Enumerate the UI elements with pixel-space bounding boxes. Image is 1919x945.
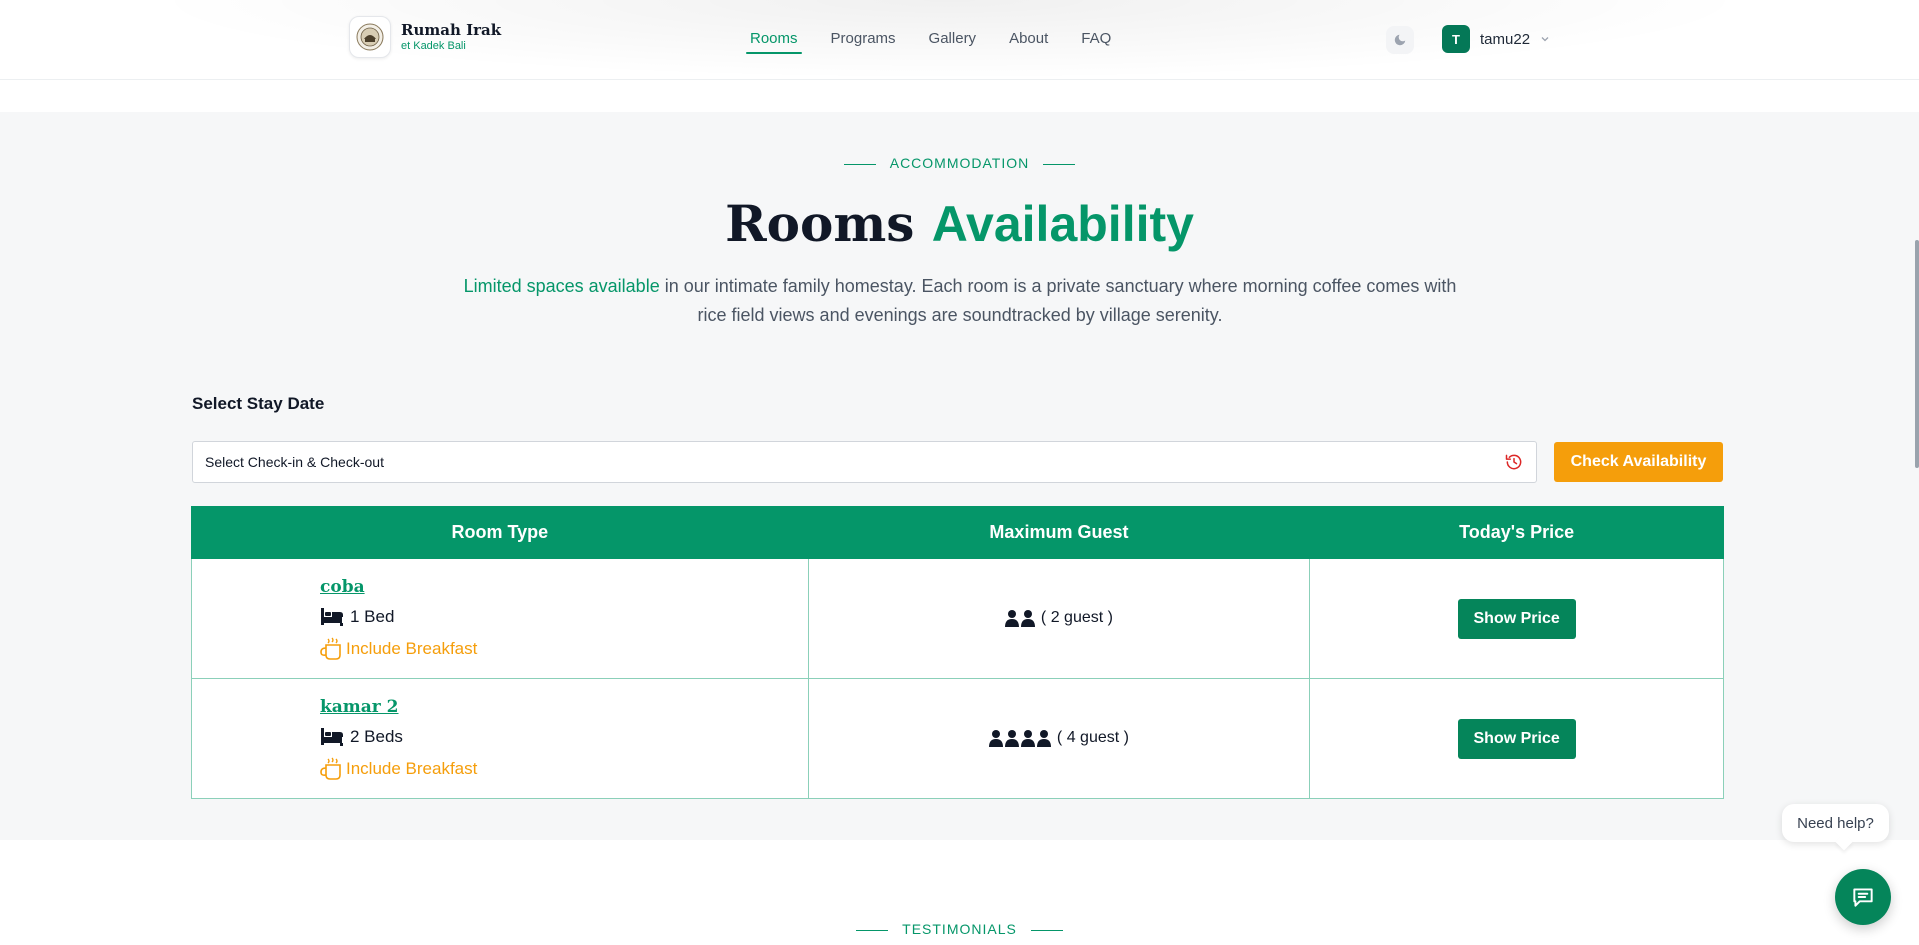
user-menu-button[interactable]: T tamu22 (1434, 20, 1560, 58)
nav-rooms[interactable]: Rooms (746, 24, 802, 54)
person-icon (1020, 610, 1035, 628)
eyebrow-line-left (856, 929, 889, 931)
seal-icon (356, 23, 384, 51)
header-todays-price: Today's Price (1309, 506, 1724, 559)
breakfast-info: Include Breakfast (320, 637, 808, 661)
max-guest-cell: ( 4 guest ) (807, 678, 1311, 799)
main-nav: Rooms Programs Gallery About FAQ (746, 24, 1140, 54)
rooms-table: Room Type Maximum Guest Today's Price co… (191, 506, 1724, 799)
chat-button[interactable] (1835, 869, 1891, 925)
header-room-type: Room Type (191, 506, 809, 559)
guest-count-text: ( 4 guest ) (1056, 729, 1129, 747)
eyebrow-line-left (843, 163, 876, 165)
eyebrow-line-right (1030, 929, 1063, 931)
bed-icon (321, 607, 343, 626)
brand-logo-link[interactable]: Rumah Irak et Kadek Bali (349, 16, 501, 58)
price-cell: Show Price (1309, 558, 1724, 679)
chevron-down-icon (1541, 37, 1549, 42)
coffee-icon (320, 757, 341, 780)
username: tamu22 (1480, 30, 1531, 48)
show-price-button[interactable]: Show Price (1457, 598, 1576, 639)
moon-icon (1394, 34, 1406, 46)
person-icon (1020, 730, 1035, 748)
guest-icons (1004, 609, 1035, 628)
bed-count: 1 Bed (350, 606, 395, 626)
intro-highlight: Limited spaces available (463, 276, 660, 296)
table-header-row: Room Type Maximum Guest Today's Price (191, 506, 1724, 559)
coffee-icon (320, 637, 341, 660)
nav-about[interactable]: About (1005, 24, 1052, 54)
table-row: coba 1 Bed Include Breakfast (2 guest)… (191, 558, 1724, 679)
room-type-cell: coba 1 Bed Include Breakfast (191, 558, 809, 679)
person-icon (988, 730, 1003, 748)
title-part-1: Rooms (725, 194, 915, 253)
scrollbar[interactable] (1913, 0, 1919, 945)
testimonials-eyebrow: TESTIMONIALS (0, 921, 1919, 937)
stay-date-label: Select Stay Date (192, 394, 325, 413)
person-icon (1036, 730, 1051, 748)
room-type-cell: kamar 2 2 Beds Include Breakfast (191, 678, 809, 799)
table-row: kamar 2 2 Beds Include Breakfast (4 gue… (191, 678, 1724, 799)
guest-icons (988, 729, 1051, 748)
nav-faq[interactable]: FAQ (1077, 24, 1115, 54)
brand-title: Rumah Irak (401, 21, 502, 39)
guest-count-text: ( 2 guest ) (1040, 609, 1113, 627)
eyebrow-text: ACCOMMODATION (889, 155, 1030, 171)
testimonials-text: TESTIMONIALS (902, 921, 1017, 937)
bed-info: 1 Bed (320, 607, 808, 627)
person-icon (1004, 610, 1019, 628)
date-range-placeholder: Select Check-in & Check-out (205, 454, 384, 470)
check-availability-button[interactable]: Check Availability (1554, 442, 1723, 482)
rooms-section: ACCOMMODATION Rooms Availability Limited… (0, 112, 1919, 840)
eyebrow-line-right (1043, 163, 1076, 165)
breakfast-info: Include Breakfast (320, 757, 808, 781)
nav-programs[interactable]: Programs (827, 24, 900, 54)
page-title: Rooms Availability (0, 194, 1919, 253)
intro-text: in our intimate family homestay. Each ro… (659, 276, 1457, 325)
show-price-button[interactable]: Show Price (1457, 718, 1576, 759)
room-name-link[interactable]: coba (320, 577, 365, 597)
brand-subtitle: et Kadek Bali (401, 40, 466, 52)
brand-logo (349, 16, 391, 58)
header-maximum-guest: Maximum Guest (807, 506, 1311, 559)
nav-gallery[interactable]: Gallery (925, 24, 981, 54)
scrollbar-thumb[interactable] (1915, 240, 1919, 468)
person-icon (1004, 730, 1019, 748)
chat-icon (1853, 888, 1873, 907)
max-guest-cell: ( 2 guest ) (807, 558, 1311, 679)
section-intro: Limited spaces available in our intimate… (460, 272, 1460, 330)
date-range-input[interactable]: Select Check-in & Check-out (192, 441, 1537, 483)
bed-info: 2 Beds (320, 727, 808, 747)
section-eyebrow: ACCOMMODATION (0, 155, 1919, 171)
title-part-2: Availability (931, 196, 1194, 252)
site-header: Rumah Irak et Kadek Bali Rooms Programs … (0, 0, 1919, 80)
bed-icon (321, 727, 343, 746)
history-icon (1505, 454, 1522, 470)
price-cell: Show Price (1309, 678, 1724, 799)
reset-date-button[interactable] (1504, 452, 1524, 475)
breakfast-label: Include Breakfast (346, 758, 478, 778)
breakfast-label: Include Breakfast (346, 638, 478, 658)
theme-toggle-button[interactable] (1386, 26, 1414, 54)
need-help-tooltip: Need help? (1782, 804, 1889, 842)
avatar: T (1442, 25, 1470, 53)
room-name-link[interactable]: kamar 2 (320, 697, 399, 717)
bed-count: 2 Beds (350, 726, 403, 746)
